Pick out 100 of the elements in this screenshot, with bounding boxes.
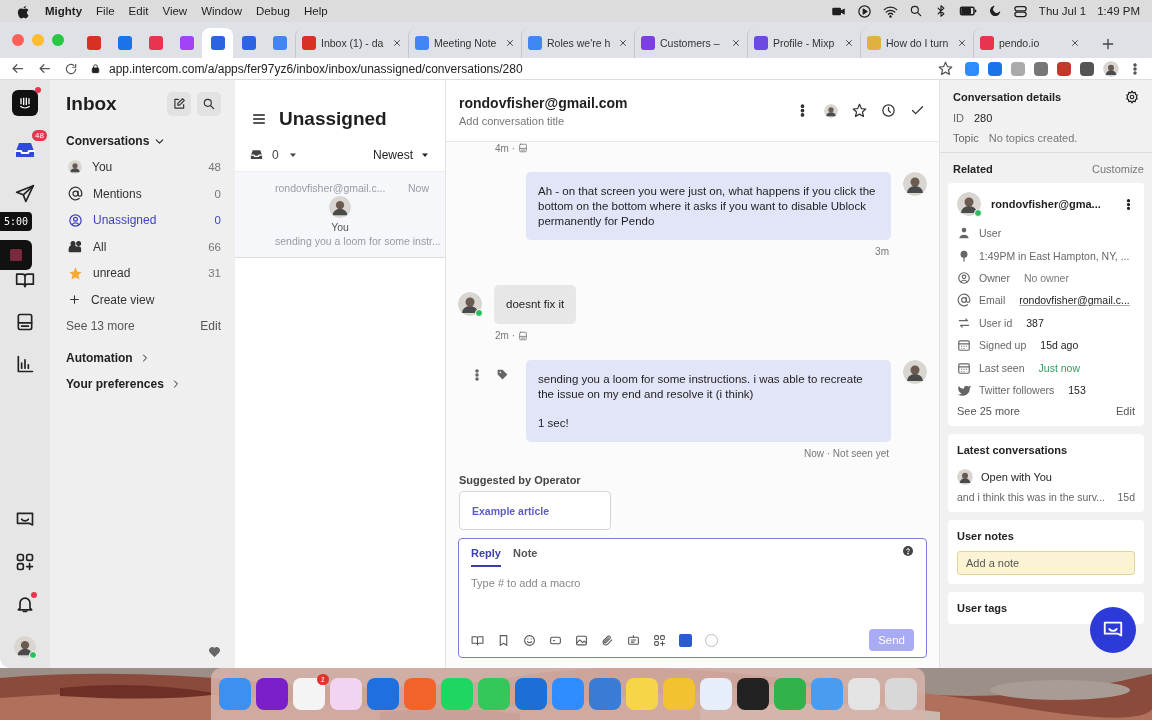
conversation-preview[interactable]: and i think this was in the surv... <box>957 491 1106 504</box>
close-icon[interactable] <box>957 38 967 48</box>
field-value: 280 <box>974 112 993 124</box>
close-icon[interactable] <box>392 38 402 48</box>
plus-icon <box>68 293 81 307</box>
menu-item[interactable]: Window <box>201 5 243 17</box>
book-icon[interactable] <box>471 633 484 647</box>
bookmark-star-icon[interactable] <box>938 61 953 76</box>
extension-icon[interactable] <box>1080 61 1094 76</box>
composer-tab[interactable]: Note <box>512 545 538 567</box>
close-icon[interactable] <box>505 38 515 48</box>
close-icon[interactable] <box>618 38 628 48</box>
card-icon[interactable] <box>627 633 640 647</box>
menubar-time[interactable]: 1:49 PM <box>1097 5 1140 17</box>
menu-item[interactable]: Debug <box>256 5 290 17</box>
snooze-icon[interactable] <box>881 103 896 118</box>
tag-icon[interactable] <box>496 368 509 382</box>
search-button[interactable] <box>197 92 221 116</box>
settings-icon[interactable] <box>1125 90 1139 104</box>
edit-link[interactable]: Edit <box>1116 405 1135 418</box>
group-title[interactable]: Automation <box>66 351 133 365</box>
sort-dropdown[interactable]: Newest <box>373 147 413 162</box>
group-title[interactable]: Your preferences <box>66 377 164 391</box>
new-tab-icon[interactable] <box>1100 36 1116 52</box>
message-time: 4m · <box>495 142 515 154</box>
menu-item[interactable]: File <box>96 5 115 17</box>
attribute-label: Signed up <box>979 339 1027 352</box>
section-title: Conversations <box>66 134 150 148</box>
customize-link[interactable]: Customize <box>1092 163 1144 175</box>
extension-icon[interactable] <box>965 61 979 76</box>
see-more-link[interactable]: See 25 more <box>957 405 1020 418</box>
menu-item[interactable]: Help <box>303 5 328 17</box>
avatar-icon <box>458 292 482 317</box>
help-icon[interactable] <box>902 545 914 557</box>
nav-item[interactable]: You 48 <box>66 154 221 181</box>
apple-icon[interactable] <box>16 3 31 19</box>
star-icon[interactable] <box>852 103 867 118</box>
field-label: Topic <box>953 132 979 144</box>
nav-item[interactable]: Unassigned 0 <box>66 207 221 234</box>
search-icon <box>202 97 216 111</box>
create-view-button[interactable]: Create view <box>66 286 221 313</box>
extension-icon[interactable] <box>1034 61 1048 76</box>
bookmark-icon[interactable] <box>497 633 510 647</box>
apps-icon[interactable] <box>653 633 666 647</box>
book-icon[interactable] <box>15 270 35 290</box>
contact-name[interactable]: rondovfisher@gma... <box>991 198 1112 210</box>
menubar-date[interactable]: Thu Jul 1 <box>1038 5 1087 17</box>
address-bar[interactable]: app.intercom.com/a/apps/fer97yz6/inbox/inbox/unassigned/conversations/280 <box>90 58 926 79</box>
extension-icon[interactable] <box>1057 61 1071 76</box>
filter-count[interactable]: 0 <box>272 147 279 162</box>
messenger-launcher[interactable] <box>1090 607 1136 653</box>
suggestions-title: Suggested by Operator <box>459 474 582 486</box>
close-icon[interactable] <box>844 38 854 48</box>
back-icon[interactable] <box>10 61 25 76</box>
conversation-status[interactable]: Open with You <box>981 471 1052 484</box>
app-icon[interactable] <box>737 678 769 710</box>
article-icon[interactable] <box>15 312 35 332</box>
menu-icon[interactable] <box>251 111 267 127</box>
note-field[interactable]: Add a note <box>957 551 1135 576</box>
contact-avatar <box>957 192 981 216</box>
logo-icon[interactable] <box>12 90 38 116</box>
attribute-value: Just now <box>1038 361 1080 374</box>
reply-composer[interactable]: Reply Note Type # to add a macro Send <box>458 538 927 658</box>
moon-icon[interactable] <box>987 4 1002 18</box>
person-circle-icon <box>68 212 83 228</box>
attachment-icon[interactable] <box>601 633 614 647</box>
play-icon[interactable] <box>856 3 872 19</box>
app-icon[interactable] <box>256 678 288 710</box>
title-placeholder[interactable]: Add conversation title <box>459 114 795 127</box>
emoji-icon[interactable] <box>523 633 536 647</box>
pinned-tab[interactable] <box>202 28 233 58</box>
apps-icon[interactable] <box>15 552 35 572</box>
app-menu[interactable]: Mighty <box>45 5 83 17</box>
inbox-icon[interactable] <box>249 147 264 162</box>
edit-link[interactable]: Edit <box>200 319 221 333</box>
forward-icon[interactable] <box>37 61 52 76</box>
control-center-icon[interactable] <box>1012 3 1028 19</box>
nav-item[interactable]: unread 31 <box>66 260 221 287</box>
recording-timer[interactable]: 5:00 <box>0 212 33 231</box>
bell-icon[interactable] <box>15 594 35 614</box>
close-icon[interactable] <box>1070 38 1080 48</box>
reload-icon[interactable] <box>64 61 78 76</box>
send-icon[interactable] <box>15 184 35 204</box>
see-more-link[interactable]: See 13 more <box>66 319 135 333</box>
close-icon[interactable] <box>731 38 741 48</box>
compose-button[interactable] <box>167 92 191 116</box>
conversation-item[interactable]: rondovfisher@gmail.c... Now You sending you a loom for some instr... <box>235 172 445 258</box>
nav-item[interactable]: All 66 <box>66 233 221 260</box>
extension-icon[interactable] <box>988 61 1002 76</box>
chart-icon[interactable] <box>15 354 35 374</box>
calendar-icon[interactable] <box>679 633 692 647</box>
nav-item[interactable]: Mentions 0 <box>66 180 221 207</box>
notification-badge: 1 <box>316 674 329 685</box>
menu-item[interactable]: View <box>162 5 188 17</box>
heart-icon[interactable] <box>208 645 221 658</box>
article-suggestion[interactable]: Example article <box>459 491 611 530</box>
menu-item[interactable]: Edit <box>128 5 149 17</box>
image-icon[interactable] <box>575 633 588 647</box>
compose-icon <box>172 97 186 111</box>
search-icon[interactable] <box>908 4 923 18</box>
